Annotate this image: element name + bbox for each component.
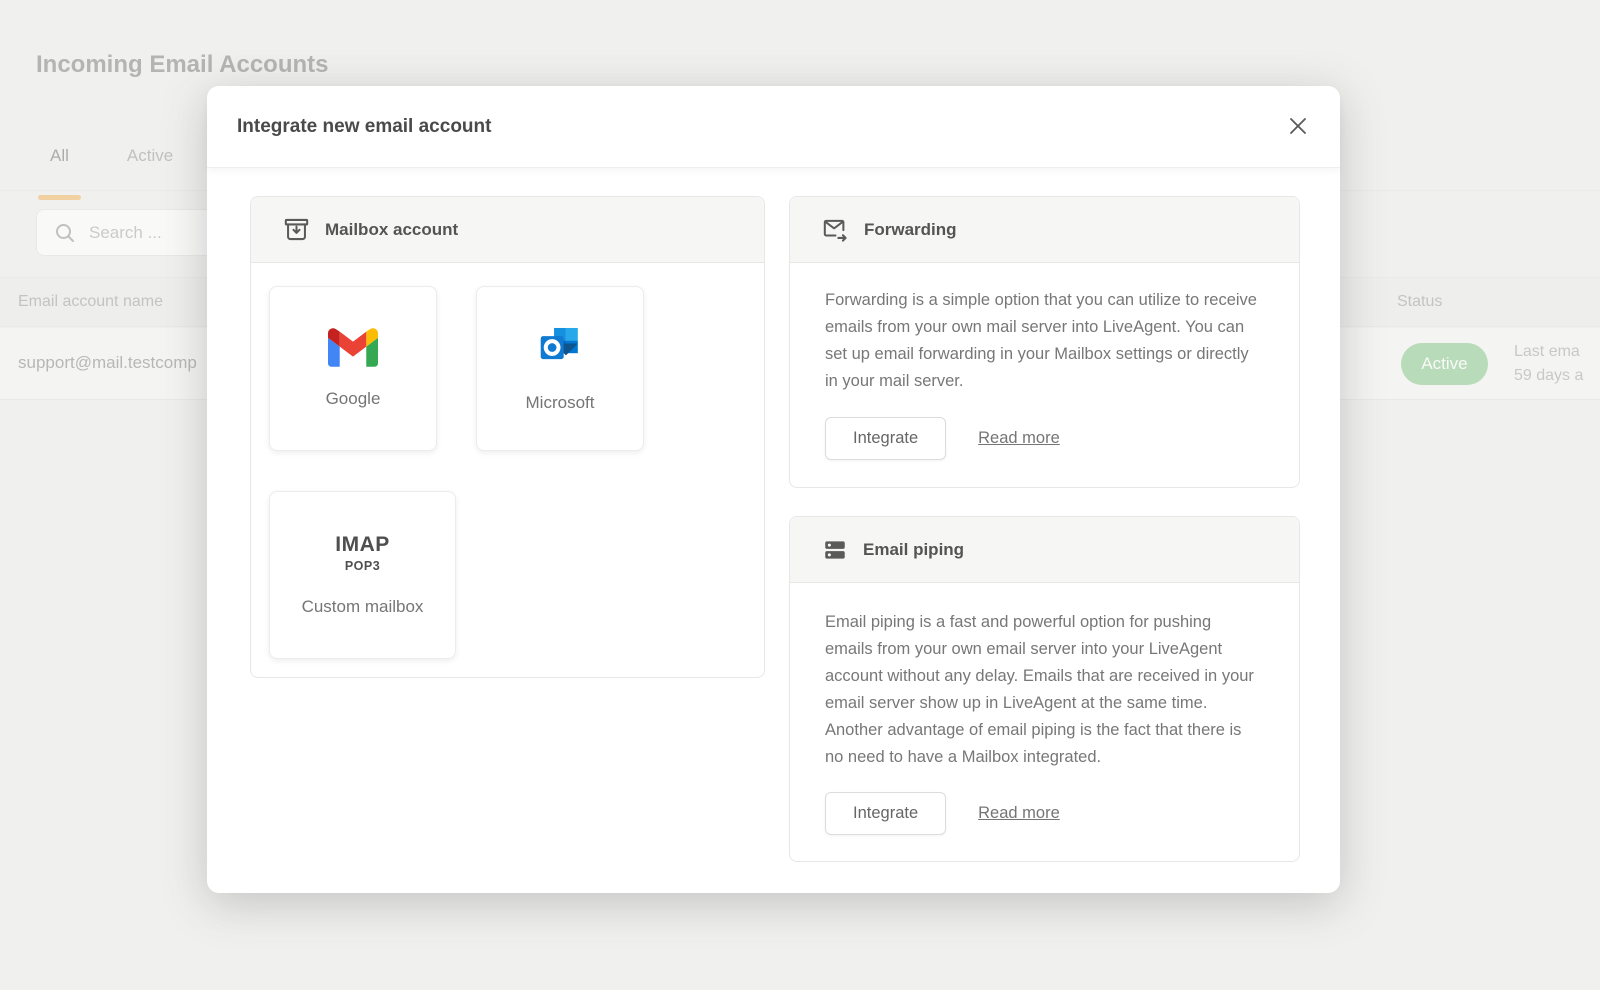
- custom-mailbox-label: Custom mailbox: [302, 597, 424, 617]
- outlook-icon: [536, 325, 584, 371]
- integrate-email-modal: Integrate new email account Mailbox acco…: [207, 86, 1340, 893]
- imap-label: IMAP: [335, 533, 390, 557]
- mailbox-account-card: Mailbox account Google: [250, 196, 765, 678]
- close-icon[interactable]: [1274, 102, 1322, 150]
- mailbox-account-card-header: Mailbox account: [251, 197, 764, 263]
- forwarding-card-header: Forwarding: [790, 197, 1299, 263]
- email-piping-integrate-button[interactable]: Integrate: [825, 792, 946, 835]
- email-piping-title: Email piping: [863, 540, 964, 560]
- google-tile-label: Google: [326, 389, 381, 409]
- gmail-icon: [328, 328, 378, 367]
- forwarding-card: Forwarding Forwarding is a simple option…: [789, 196, 1300, 488]
- email-piping-card: Email piping Email piping is a fast and …: [789, 516, 1300, 862]
- forwarding-read-more-link[interactable]: Read more: [978, 429, 1060, 448]
- custom-mailbox-tile[interactable]: IMAP POP3 Custom mailbox: [269, 491, 456, 659]
- mailbox-icon: [283, 216, 310, 243]
- email-piping-read-more-link[interactable]: Read more: [978, 804, 1060, 823]
- forwarding-integrate-button[interactable]: Integrate: [825, 417, 946, 460]
- forward-email-icon: [822, 216, 849, 243]
- modal-title: Integrate new email account: [237, 116, 491, 138]
- mailbox-account-title: Mailbox account: [325, 220, 458, 240]
- microsoft-tile-label: Microsoft: [526, 393, 595, 413]
- forwarding-description: Forwarding is a simple option that you c…: [825, 287, 1257, 395]
- forwarding-actions: Integrate Read more: [825, 417, 1060, 460]
- pop3-label: POP3: [345, 559, 380, 573]
- modal-header: Integrate new email account: [207, 86, 1340, 168]
- screen: Incoming Email Accounts All Active Inact…: [0, 0, 1600, 990]
- email-piping-icon: [822, 537, 848, 563]
- email-piping-description: Email piping is a fast and powerful opti…: [825, 609, 1257, 771]
- microsoft-tile[interactable]: Microsoft: [476, 286, 644, 451]
- google-tile[interactable]: Google: [269, 286, 437, 451]
- forwarding-title: Forwarding: [864, 220, 957, 240]
- email-piping-actions: Integrate Read more: [825, 792, 1060, 835]
- email-piping-card-header: Email piping: [790, 517, 1299, 583]
